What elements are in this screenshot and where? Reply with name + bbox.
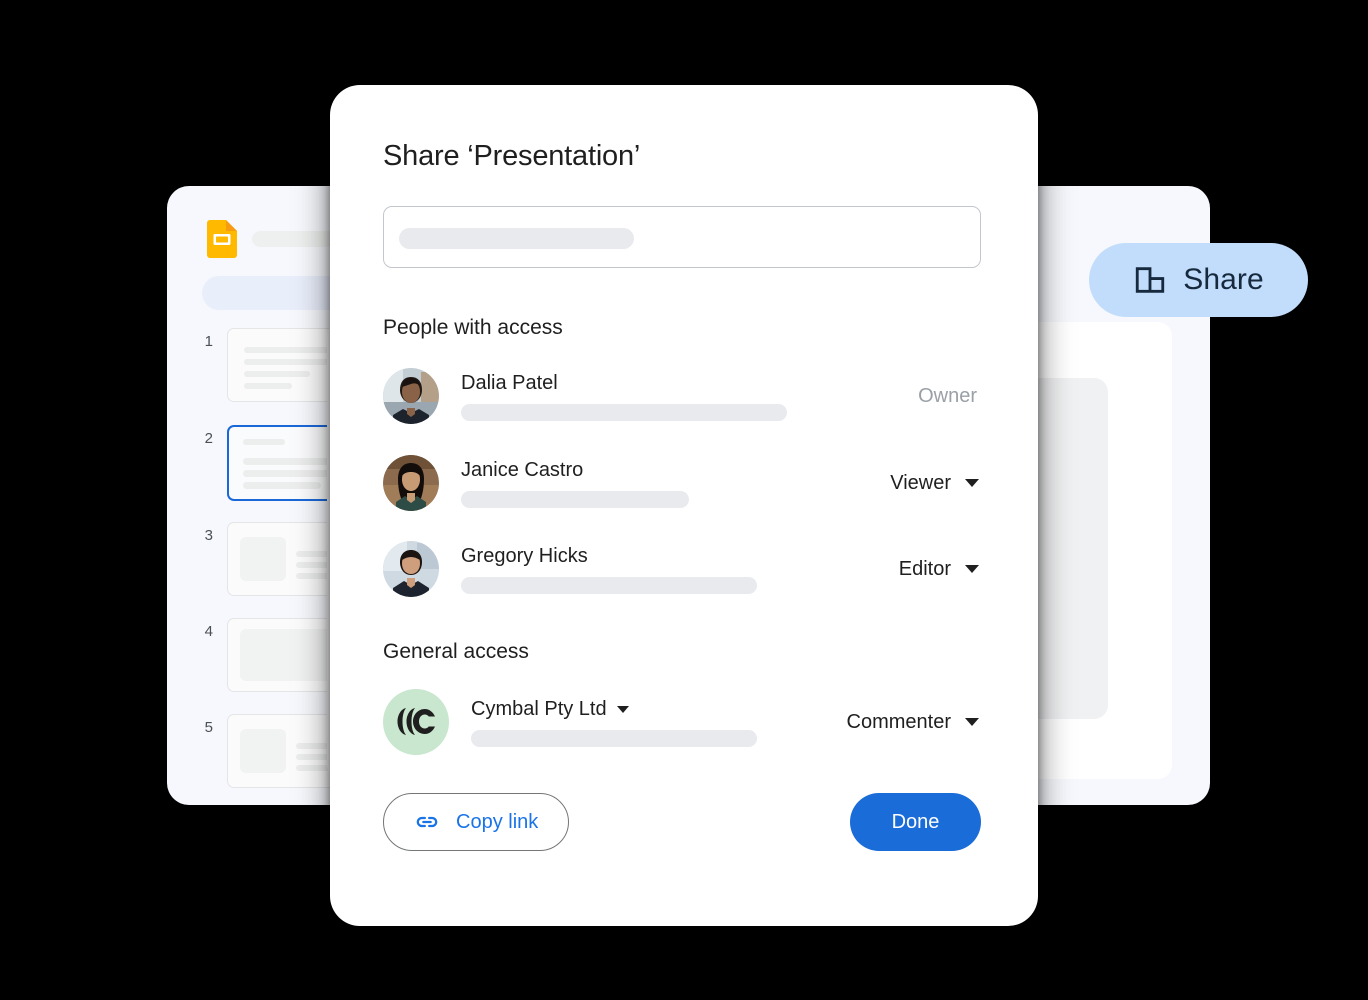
avatar-dalia-patel bbox=[383, 368, 439, 424]
role-dropdown-commenter[interactable]: Commenter bbox=[847, 711, 981, 734]
person-row[interactable]: Janice Castro Viewer bbox=[383, 453, 981, 513]
done-button[interactable]: Done bbox=[850, 793, 981, 851]
chevron-down-icon bbox=[965, 565, 979, 573]
share-button-label: Share bbox=[1183, 263, 1264, 296]
dialog-title: Share ‘Presentation’ bbox=[383, 140, 641, 172]
link-chain-icon bbox=[414, 809, 440, 835]
chevron-down-icon bbox=[965, 718, 979, 726]
person-name: Gregory Hicks bbox=[461, 545, 588, 567]
copy-link-label: Copy link bbox=[456, 810, 539, 833]
domain-building-icon bbox=[1133, 263, 1167, 297]
slide-number: 2 bbox=[204, 430, 213, 447]
person-meta: Gregory Hicks bbox=[461, 544, 899, 594]
org-name-dropdown[interactable]: Cymbal Pty Ltd bbox=[471, 697, 847, 721]
person-email-placeholder bbox=[461, 404, 787, 421]
slide-number: 3 bbox=[204, 527, 213, 544]
slide-number: 4 bbox=[204, 623, 213, 640]
person-email-placeholder bbox=[461, 491, 689, 508]
role-dropdown-editor[interactable]: Editor bbox=[899, 558, 981, 581]
people-with-access-heading: People with access bbox=[383, 316, 563, 339]
copy-link-button[interactable]: Copy link bbox=[383, 793, 570, 851]
role-value: Editor bbox=[898, 557, 951, 580]
slide-number: 1 bbox=[204, 333, 213, 350]
chevron-down-icon bbox=[965, 479, 979, 487]
role-value: Viewer bbox=[890, 471, 951, 494]
org-meta: Cymbal Pty Ltd bbox=[471, 697, 847, 747]
slide-filmstrip[interactable]: 1 2 3 4 5 bbox=[167, 314, 427, 805]
role-value: Owner bbox=[918, 384, 977, 407]
role-label-owner: Owner bbox=[918, 385, 981, 408]
dialog-footer: Copy link Done bbox=[383, 793, 981, 853]
person-name: Dalia Patel bbox=[461, 372, 558, 394]
avatar-janice-castro bbox=[383, 455, 439, 511]
google-slides-icon bbox=[207, 220, 237, 258]
share-dialog: Share ‘Presentation’ People with access bbox=[330, 85, 1038, 926]
general-access-heading: General access bbox=[383, 640, 529, 663]
chevron-down-icon bbox=[616, 706, 629, 714]
person-email-placeholder bbox=[461, 577, 757, 594]
slide-number: 5 bbox=[204, 719, 213, 736]
person-name: Janice Castro bbox=[461, 459, 584, 481]
person-row[interactable]: Dalia Patel Owner bbox=[383, 366, 981, 426]
person-meta: Janice Castro bbox=[461, 458, 890, 508]
person-meta: Dalia Patel bbox=[461, 371, 918, 421]
invite-input-placeholder bbox=[399, 228, 634, 249]
general-access-row[interactable]: Cymbal Pty Ltd Commenter bbox=[383, 689, 981, 755]
share-button[interactable]: Share bbox=[1089, 243, 1308, 317]
org-description-placeholder bbox=[471, 730, 757, 747]
invite-people-input[interactable] bbox=[383, 206, 981, 268]
role-dropdown-viewer[interactable]: Viewer bbox=[890, 472, 981, 495]
cymbal-logo-icon bbox=[383, 689, 449, 755]
person-row[interactable]: Gregory Hicks Editor bbox=[383, 539, 981, 599]
avatar-gregory-hicks bbox=[383, 541, 439, 597]
role-value: Commenter bbox=[846, 710, 951, 733]
org-name: Cymbal Pty Ltd bbox=[471, 698, 607, 720]
